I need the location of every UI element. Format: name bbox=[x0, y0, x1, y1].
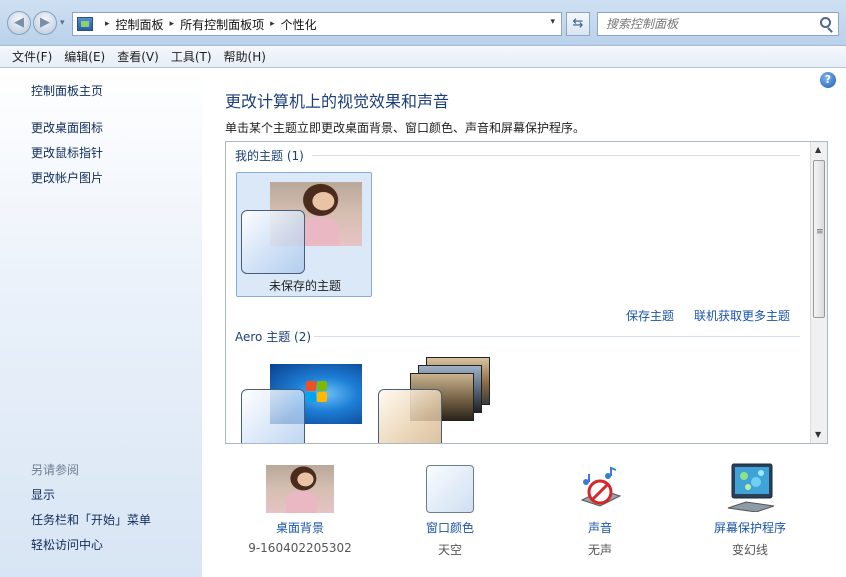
forward-arrow-icon: ▶ bbox=[40, 15, 50, 30]
menu-bar: 文件(F) 编辑(E) 查看(V) 工具(T) 帮助(H) bbox=[0, 46, 846, 68]
address-bar[interactable]: ▸ 控制面板 ▸ 所有控制面板项 ▸ 个性化 ▾ bbox=[72, 12, 562, 36]
group-divider bbox=[314, 336, 800, 337]
menu-edit[interactable]: 编辑(E) bbox=[58, 46, 111, 68]
desktop-background-value: 9-160402205302 bbox=[248, 541, 352, 555]
sidebar-control-panel-home[interactable]: 控制面板主页 bbox=[31, 82, 103, 99]
desktop-background-label[interactable]: 桌面背景 bbox=[240, 519, 360, 536]
see-also-ease-of-access[interactable]: 轻松访问中心 bbox=[31, 536, 103, 553]
sidebar-change-mouse-pointers[interactable]: 更改鼠标指针 bbox=[31, 144, 103, 161]
sidebar-change-account-picture[interactable]: 更改帐户图片 bbox=[31, 169, 103, 186]
window-color-label[interactable]: 窗口颜色 bbox=[390, 519, 510, 536]
theme-list-scrollbar[interactable]: ▲ ≡ ▼ bbox=[810, 142, 827, 443]
sounds-label[interactable]: 声音 bbox=[540, 519, 660, 536]
search-icon[interactable] bbox=[820, 17, 831, 28]
menu-view[interactable]: 查看(V) bbox=[111, 46, 165, 68]
back-button[interactable]: ◀ bbox=[7, 11, 31, 35]
page-description: 单击某个主题立即更改桌面背景、窗口颜色、声音和屏幕保护程序。 bbox=[225, 121, 586, 135]
forward-button[interactable]: ▶ bbox=[33, 11, 57, 35]
breadcrumb-separator-icon[interactable]: ▸ bbox=[270, 19, 275, 29]
scroll-grip-icon: ≡ bbox=[816, 227, 824, 237]
breadcrumb-all-items[interactable]: 所有控制面板项 bbox=[180, 16, 264, 33]
scroll-down-icon[interactable]: ▼ bbox=[815, 430, 821, 439]
window-color-icon bbox=[426, 465, 474, 513]
search-box bbox=[597, 12, 839, 36]
get-more-themes-online-link[interactable]: 联机获取更多主题 bbox=[694, 307, 790, 324]
menu-file[interactable]: 文件(F) bbox=[6, 46, 58, 68]
sounds-no-sound-icon bbox=[580, 466, 622, 507]
page-title: 更改计算机上的视觉效果和声音 bbox=[225, 92, 450, 111]
search-input[interactable] bbox=[598, 13, 808, 35]
theme-landscapes[interactable] bbox=[378, 357, 506, 443]
screen-saver-label[interactable]: 屏幕保护程序 bbox=[690, 519, 810, 536]
address-history-dropdown-icon[interactable]: ▾ bbox=[550, 17, 555, 27]
main-content: ? 更改计算机上的视觉效果和声音 单击某个主题立即更改桌面背景、窗口颜色、声音和… bbox=[202, 68, 846, 577]
save-theme-link[interactable]: 保存主题 bbox=[626, 307, 674, 324]
sounds-value: 无声 bbox=[587, 543, 612, 557]
see-also-display[interactable]: 显示 bbox=[31, 486, 55, 503]
windows-logo-icon bbox=[306, 381, 328, 403]
breadcrumb-control-panel[interactable]: 控制面板 bbox=[116, 16, 164, 33]
refresh-icon: ⇆ bbox=[572, 16, 584, 31]
aero-themes-header: Aero 主题 (2) bbox=[235, 330, 312, 344]
control-panel-icon bbox=[77, 17, 93, 31]
window-color-swatch bbox=[378, 389, 442, 443]
see-also-taskbar-start-menu[interactable]: 任务栏和「开始」菜单 bbox=[31, 511, 151, 528]
screen-saver-icon bbox=[727, 463, 775, 512]
theme-list[interactable]: 我的主题 (1) 未保存的主题 保存主题 联机获取更多主题 Aero 主题 (2… bbox=[225, 141, 828, 444]
breadcrumb-separator-icon[interactable]: ▸ bbox=[170, 19, 175, 29]
help-icon: ? bbox=[824, 73, 832, 86]
see-also-heading: 另请参阅 bbox=[31, 463, 80, 477]
help-button[interactable]: ? bbox=[820, 72, 836, 88]
window-color-swatch bbox=[241, 389, 305, 443]
sidebar-change-desktop-icons[interactable]: 更改桌面图标 bbox=[31, 119, 103, 136]
screen-saver-value: 变幻线 bbox=[731, 543, 768, 557]
address-toolbar: ◀ ▶ ▾ ▸ 控制面板 ▸ 所有控制面板项 ▸ 个性化 ▾ ⇆ bbox=[0, 0, 846, 46]
back-arrow-icon: ◀ bbox=[14, 15, 24, 30]
my-themes-header: 我的主题 (1) bbox=[235, 149, 304, 163]
theme-unsaved[interactable]: 未保存的主题 bbox=[236, 172, 372, 297]
refresh-button[interactable]: ⇆ bbox=[566, 12, 590, 36]
sidebar: 控制面板主页 更改桌面图标 更改鼠标指针 更改帐户图片 另请参阅 显示 任务栏和… bbox=[0, 68, 202, 577]
desktop-background-icon bbox=[266, 465, 334, 513]
menu-tools[interactable]: 工具(T) bbox=[165, 46, 218, 68]
breadcrumb-personalization[interactable]: 个性化 bbox=[281, 16, 317, 33]
recent-pages-dropdown-icon[interactable]: ▾ bbox=[60, 18, 65, 28]
group-divider bbox=[312, 155, 800, 156]
breadcrumb-separator-icon[interactable]: ▸ bbox=[105, 19, 110, 29]
scroll-up-icon[interactable]: ▲ bbox=[815, 145, 821, 154]
theme-unsaved-label: 未保存的主题 bbox=[268, 279, 341, 293]
scrollbar-thumb[interactable]: ≡ bbox=[813, 160, 825, 318]
window-color-swatch bbox=[241, 210, 305, 274]
window-color-value: 天空 bbox=[437, 543, 462, 557]
menu-help[interactable]: 帮助(H) bbox=[218, 46, 272, 68]
